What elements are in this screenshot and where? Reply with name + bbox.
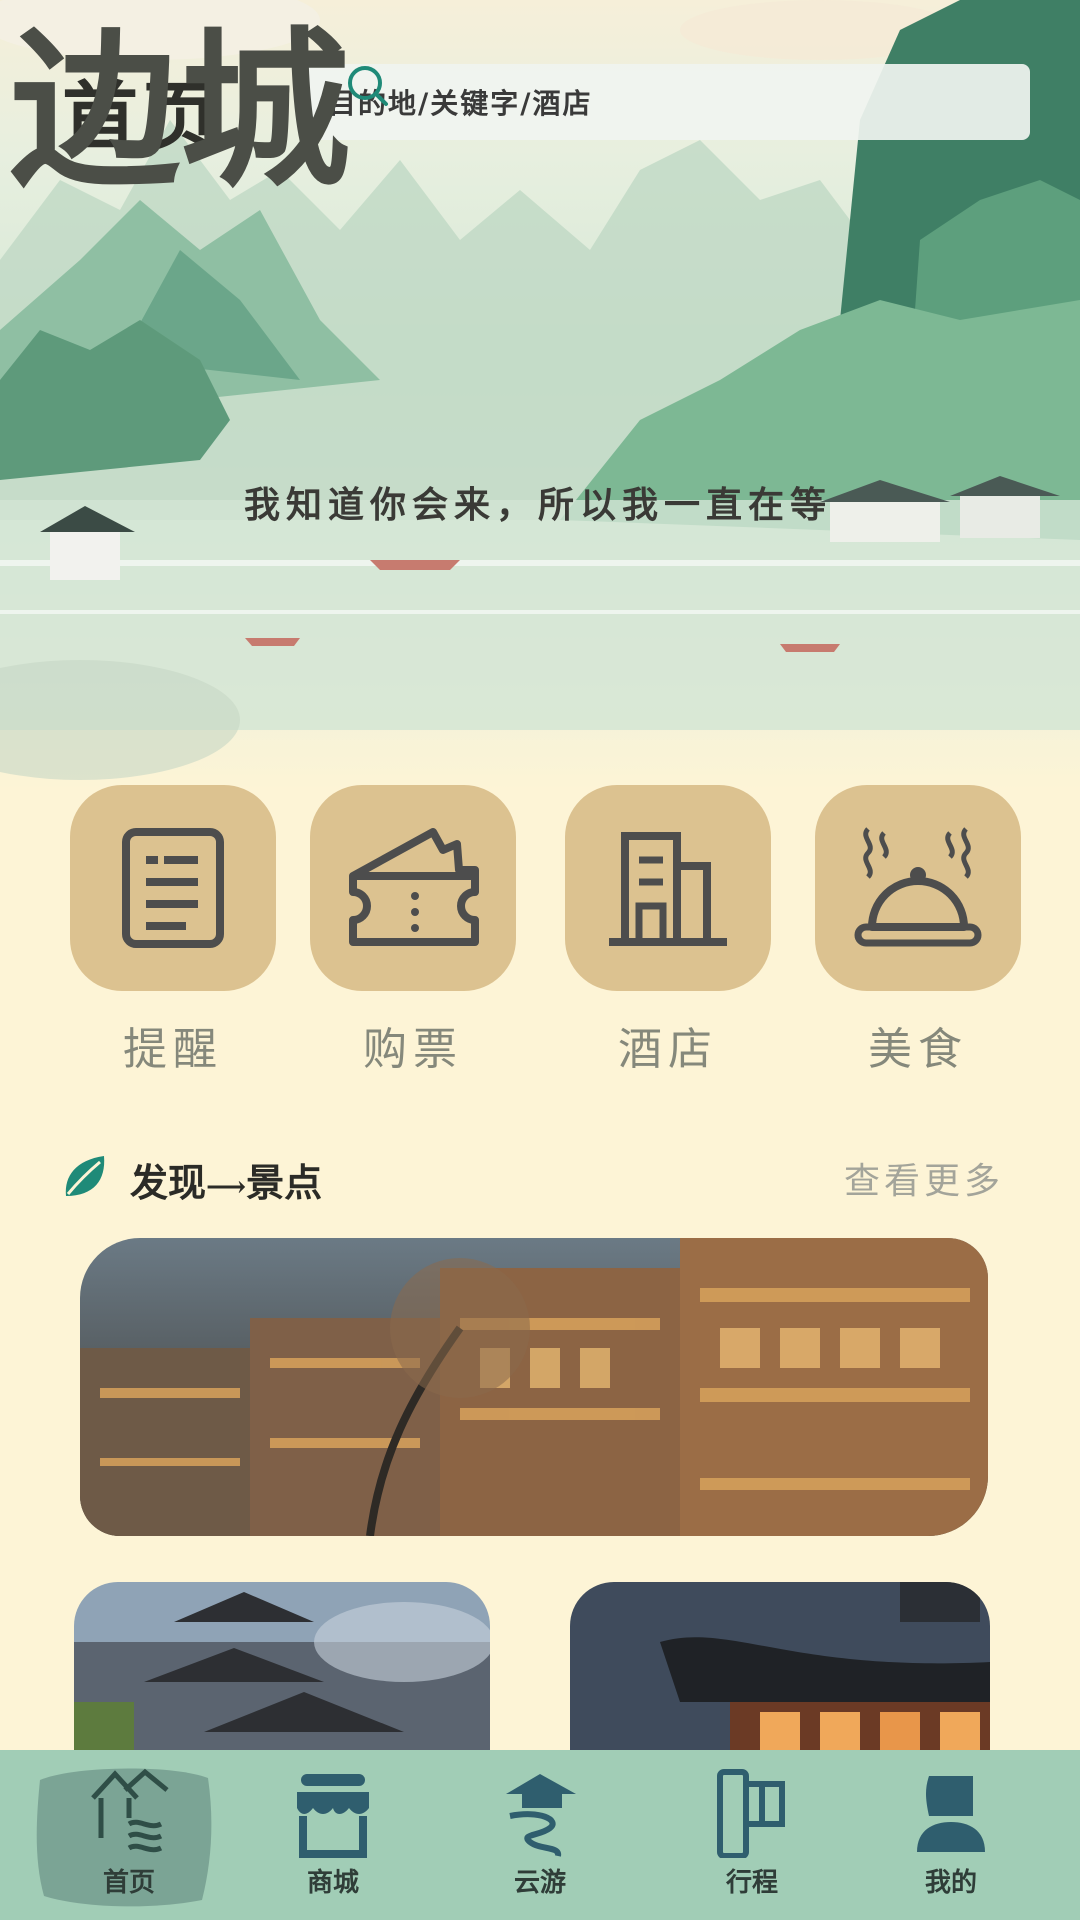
feature-hotel[interactable]: 酒店 [565, 785, 771, 1077]
discover-header: 发现⟶景点 查看更多 [60, 1148, 1010, 1208]
cloud-tour-icon [506, 1774, 576, 1857]
flag-icon [717, 1769, 785, 1858]
food-cloche-icon [854, 827, 982, 947]
bottom-tab-bar: 首页 商城 云游 行程 我的 [0, 1750, 1080, 1920]
feature-label: 购票 [363, 1024, 463, 1075]
hero-banner: 首页 目的地/关键字/酒店 边城 我知道你会来，所以我一直在等 [0, 0, 1080, 790]
attraction-photo [80, 1238, 988, 1536]
tab-label: 首页 [102, 1868, 155, 1898]
discover-title: 发现⟶景点 [130, 1160, 323, 1205]
shop-icon [297, 1774, 369, 1858]
feature-label: 酒店 [618, 1024, 718, 1075]
feature-tile[interactable] [565, 785, 771, 991]
tab-shop[interactable]: 商城 [248, 1750, 418, 1920]
feature-label: 提醒 [123, 1024, 223, 1075]
calligraphy-title: 边城 [10, 11, 350, 210]
calligraphy-text: 边城 [10, 11, 350, 210]
tab-itinerary[interactable]: 行程 [667, 1750, 837, 1920]
feature-tile[interactable] [310, 785, 516, 991]
document-icon [122, 828, 224, 948]
tab-label: 云游 [513, 1868, 566, 1898]
feature-tile[interactable] [815, 785, 1021, 991]
tab-profile[interactable]: 我的 [866, 1750, 1036, 1920]
user-icon [917, 1776, 985, 1852]
home-pavilion-icon [91, 1768, 169, 1853]
tab-label: 行程 [725, 1868, 778, 1898]
tab-label: 商城 [306, 1868, 359, 1898]
hero-slogan: 我知道你会来，所以我一直在等 [244, 484, 833, 526]
tab-label: 我的 [924, 1868, 977, 1898]
feature-tile[interactable] [70, 785, 276, 991]
discover-title-suffix: 景点 [246, 1160, 323, 1205]
tab-cloud-tour[interactable]: 云游 [455, 1750, 625, 1920]
hotel-building-icon [609, 832, 727, 946]
discover-title-text: 发现 [130, 1160, 207, 1205]
feature-label: 美食 [868, 1024, 968, 1075]
feature-reminder[interactable]: 提醒 [70, 785, 276, 1077]
feature-tickets[interactable]: 购票 [310, 785, 516, 1077]
attraction-card-featured[interactable] [80, 1238, 988, 1536]
feature-food[interactable]: 美食 [815, 785, 1021, 1077]
ticket-icon [349, 828, 479, 946]
feature-grid: 提醒 购票 酒店 美食 [0, 785, 1080, 1075]
tab-home[interactable]: 首页 [36, 1750, 214, 1920]
leaf-icon [65, 1156, 105, 1196]
view-more-link[interactable]: 查看更多 [844, 1152, 1004, 1204]
